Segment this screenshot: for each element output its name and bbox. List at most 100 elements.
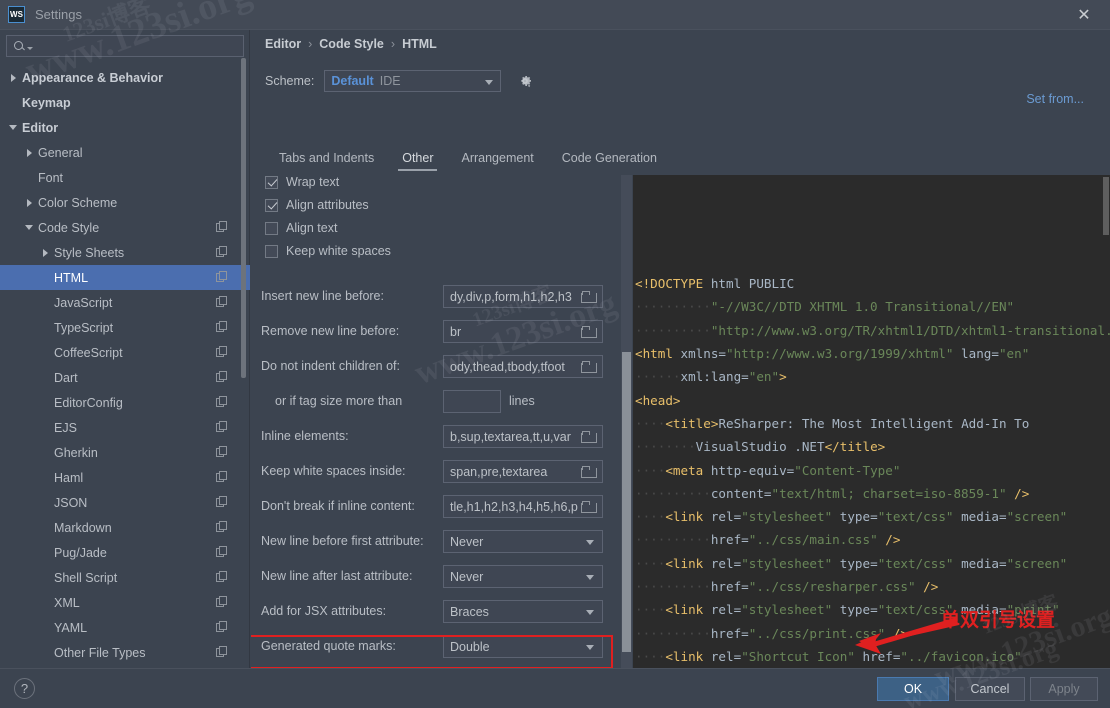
sidebar-item-code-style[interactable]: Code Style xyxy=(0,215,250,240)
chevron-right-icon[interactable] xyxy=(40,246,54,260)
input-value: tle,h1,h2,h3,h4,h5,h6,p xyxy=(450,499,578,514)
copy-scheme-icon[interactable] xyxy=(216,521,228,533)
copy-scheme-icon[interactable] xyxy=(216,596,228,608)
close-icon[interactable]: ✕ xyxy=(1074,6,1094,26)
sidebar-item-keymap[interactable]: Keymap xyxy=(0,90,250,115)
copy-scheme-icon[interactable] xyxy=(216,321,228,333)
copy-scheme-icon[interactable] xyxy=(216,646,228,658)
breadcrumb-html[interactable]: HTML xyxy=(402,37,437,51)
code-line: ········VisualStudio .NET</title> xyxy=(635,439,886,455)
folder-browse-icon[interactable] xyxy=(581,360,597,373)
copy-scheme-icon[interactable] xyxy=(216,271,228,283)
copy-scheme-icon[interactable] xyxy=(216,296,228,308)
copy-scheme-icon[interactable] xyxy=(216,571,228,583)
chevron-down-icon[interactable] xyxy=(24,221,38,235)
select-add-for-jsx-attributes[interactable]: Braces xyxy=(443,600,603,623)
select-new-line-before-first-attribute[interactable]: Never xyxy=(443,530,603,553)
copy-scheme-icon[interactable] xyxy=(216,621,228,633)
checkbox-keep-white-spaces[interactable]: Keep white spaces xyxy=(265,244,391,258)
folder-browse-icon[interactable] xyxy=(581,430,597,443)
input-inline-elements[interactable]: b,sup,textarea,tt,u,var xyxy=(443,425,603,448)
input-don-t-break-if-inline-content[interactable]: tle,h1,h2,h3,h4,h5,h6,p xyxy=(443,495,603,518)
sidebar-item-general[interactable]: General xyxy=(0,140,250,165)
folder-browse-icon[interactable] xyxy=(581,290,597,303)
copy-scheme-icon[interactable] xyxy=(216,471,228,483)
chevron-right-icon[interactable] xyxy=(8,71,22,85)
checkbox-box[interactable] xyxy=(265,175,278,189)
copy-scheme-icon[interactable] xyxy=(216,371,228,383)
sidebar-item-json[interactable]: JSON xyxy=(0,490,250,515)
sidebar-item-markdown[interactable]: Markdown xyxy=(0,515,250,540)
input-insert-new-line-before[interactable]: dy,div,p,form,h1,h2,h3 xyxy=(443,285,603,308)
code-line: ····<title>ReSharper: The Most Intellige… xyxy=(635,415,1030,431)
sidebar-item-ejs[interactable]: EJS xyxy=(0,415,250,440)
sidebar-item-xml[interactable]: XML xyxy=(0,590,250,615)
sidebar-item-haml[interactable]: Haml xyxy=(0,465,250,490)
input-remove-new-line-before[interactable]: br xyxy=(443,320,603,343)
folder-browse-icon[interactable] xyxy=(581,325,597,338)
tab-tabs-and-indents[interactable]: Tabs and Indents xyxy=(265,148,388,171)
sidebar-item-other-file-types[interactable]: Other File Types xyxy=(0,640,250,665)
sidebar-item-coffeescript[interactable]: CoffeeScript xyxy=(0,340,250,365)
sidebar-item-html[interactable]: HTML xyxy=(0,265,250,290)
sidebar-item-label: Editor xyxy=(22,120,59,135)
sidebar-item-font[interactable]: Font xyxy=(0,165,250,190)
sidebar-item-yaml[interactable]: YAML xyxy=(0,615,250,640)
folder-browse-icon[interactable] xyxy=(581,465,597,478)
sidebar-search[interactable] xyxy=(6,35,244,57)
sidebar-item-editor[interactable]: Editor xyxy=(0,115,250,140)
sidebar-item-dart[interactable]: Dart xyxy=(0,365,250,390)
gear-icon[interactable] xyxy=(517,73,533,89)
copy-scheme-icon[interactable] xyxy=(216,496,228,508)
set-from-link[interactable]: Set from... xyxy=(1026,92,1084,106)
ok-button[interactable]: OK xyxy=(877,677,949,701)
checkbox-wrap-text[interactable]: Wrap text xyxy=(265,175,339,189)
sidebar-item-shell-script[interactable]: Shell Script xyxy=(0,565,250,590)
sidebar-item-typescript[interactable]: TypeScript xyxy=(0,315,250,340)
checkbox-align-text[interactable]: Align text xyxy=(265,221,337,235)
select-generated-quote-marks[interactable]: Double xyxy=(443,635,603,658)
scheme-select[interactable]: Default IDE xyxy=(324,70,502,92)
sidebar-item-appearance-behavior[interactable]: Appearance & Behavior xyxy=(0,65,250,90)
copy-scheme-icon[interactable] xyxy=(216,396,228,408)
sidebar-item-color-scheme[interactable]: Color Scheme xyxy=(0,190,250,215)
code-scrollbar-thumb[interactable] xyxy=(1103,177,1109,235)
sidebar-item-style-sheets[interactable]: Style Sheets xyxy=(0,240,250,265)
code-line: ····<meta http-equiv="Content-Type" xyxy=(635,462,901,478)
checkbox-box[interactable] xyxy=(265,198,278,212)
copy-scheme-icon[interactable] xyxy=(216,221,228,233)
chevron-down-icon[interactable] xyxy=(8,121,22,135)
sidebar-scrollbar-thumb[interactable] xyxy=(241,58,246,378)
tab-code-generation[interactable]: Code Generation xyxy=(548,148,671,171)
input-keep-white-spaces-inside[interactable]: span,pre,textarea xyxy=(443,460,603,483)
cancel-button[interactable]: Cancel xyxy=(955,677,1025,701)
copy-scheme-icon[interactable] xyxy=(216,546,228,558)
tab-other[interactable]: Other xyxy=(388,148,447,171)
sidebar-item-pug-jade[interactable]: Pug/Jade xyxy=(0,540,250,565)
form-scrollbar-thumb[interactable] xyxy=(622,352,631,652)
input-tag-size-lines[interactable] xyxy=(443,390,501,413)
help-button[interactable]: ? xyxy=(14,678,35,699)
breadcrumb-editor[interactable]: Editor xyxy=(265,37,301,51)
copy-scheme-icon[interactable] xyxy=(216,346,228,358)
chevron-right-icon[interactable] xyxy=(24,146,38,160)
sidebar-item-editorconfig[interactable]: EditorConfig xyxy=(0,390,250,415)
select-new-line-after-last-attribute[interactable]: Never xyxy=(443,565,603,588)
copy-scheme-icon[interactable] xyxy=(216,421,228,433)
tab-arrangement[interactable]: Arrangement xyxy=(447,148,547,171)
sidebar-item-gherkin[interactable]: Gherkin xyxy=(0,440,250,465)
apply-button[interactable]: Apply xyxy=(1030,677,1098,701)
copy-scheme-icon[interactable] xyxy=(216,446,228,458)
input-do-not-indent-children-of[interactable]: ody,thead,tbody,tfoot xyxy=(443,355,603,378)
checkbox-box[interactable] xyxy=(265,244,278,258)
sidebar-item-javascript[interactable]: JavaScript xyxy=(0,290,250,315)
folder-browse-icon[interactable] xyxy=(581,500,597,513)
sidebar-item-label: Markdown xyxy=(54,520,112,535)
checkbox-align-attributes[interactable]: Align attributes xyxy=(265,198,369,212)
chevron-right-icon[interactable] xyxy=(24,196,38,210)
breadcrumb-code-style[interactable]: Code Style xyxy=(319,37,384,51)
search-input[interactable] xyxy=(33,38,243,54)
copy-scheme-icon[interactable] xyxy=(216,246,228,258)
checkbox-box[interactable] xyxy=(265,221,278,235)
